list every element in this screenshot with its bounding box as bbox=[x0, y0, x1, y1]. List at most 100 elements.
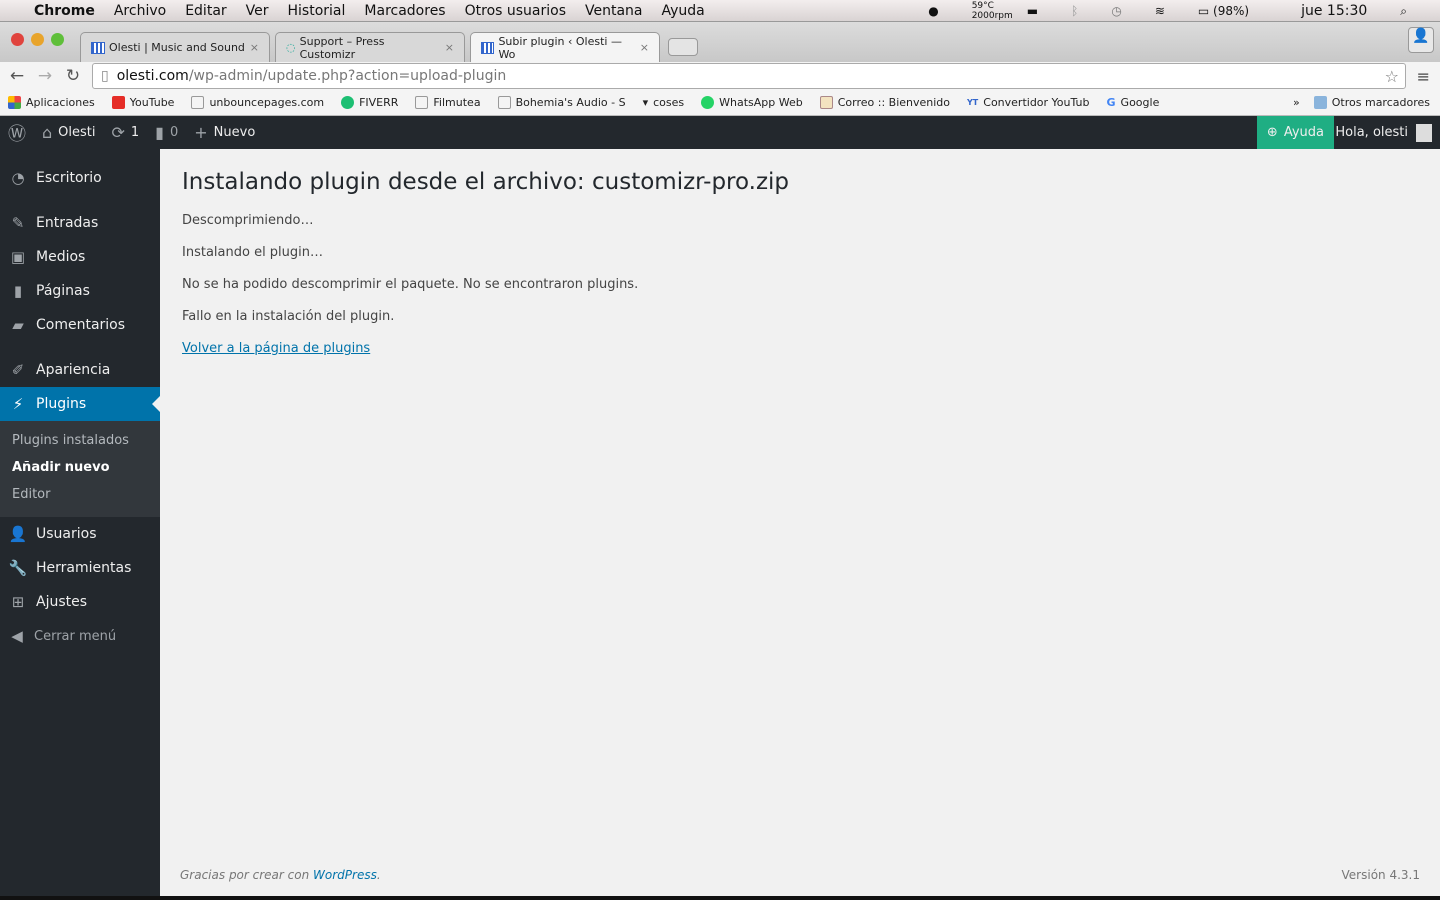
sidebar-item-label: Ajustes bbox=[36, 594, 88, 610]
close-tab-icon[interactable]: × bbox=[640, 41, 649, 54]
bookmark[interactable]: YouTube bbox=[111, 96, 175, 109]
site-name-link[interactable]: ⌂ Olesti bbox=[42, 123, 95, 142]
browser-toolbar: ← → ↻ ▯ olesti.com/wp-admin/update.php?a… bbox=[0, 62, 1440, 90]
youtube-icon bbox=[111, 96, 125, 109]
close-tab-icon[interactable]: × bbox=[250, 41, 259, 54]
bookmark-label: Google bbox=[1120, 96, 1160, 109]
minimize-window-button[interactable] bbox=[31, 33, 44, 46]
menu-historial[interactable]: Historial bbox=[288, 3, 346, 19]
user-icon: 👤 bbox=[8, 525, 28, 543]
bookmark-star-icon[interactable]: ☆ bbox=[1385, 67, 1399, 86]
sidebar-item-medios[interactable]: ▣ Medios bbox=[0, 240, 160, 274]
bookmark-label: coses bbox=[653, 96, 685, 109]
sidebar-item-label: Apariencia bbox=[36, 362, 111, 378]
bookmark-label: Bohemia's Audio - S bbox=[515, 96, 626, 109]
bookmark[interactable]: ▾ coses bbox=[643, 96, 685, 109]
skype-icon[interactable]: ● bbox=[928, 4, 938, 18]
menu-ventana[interactable]: Ventana bbox=[585, 3, 643, 19]
wifi-icon[interactable]: ≋ bbox=[1155, 4, 1165, 18]
address-bar[interactable]: ▯ olesti.com/wp-admin/update.php?action=… bbox=[92, 63, 1406, 89]
greeting: Hola, olesti bbox=[1335, 125, 1408, 140]
battery[interactable]: ▭ (98%) bbox=[1198, 4, 1268, 18]
collapse-menu-button[interactable]: ◀ Cerrar menú bbox=[0, 619, 160, 653]
bookmark-label: FIVERR bbox=[359, 96, 399, 109]
display-icon[interactable]: ▬ bbox=[1027, 4, 1038, 18]
menu-ver[interactable]: Ver bbox=[246, 3, 269, 19]
menu-app[interactable]: Chrome bbox=[34, 3, 95, 19]
main-content: Instalando plugin desde el archivo: cust… bbox=[182, 149, 1422, 373]
tab-support[interactable]: ◌ Support – Press Customizr × bbox=[275, 32, 465, 62]
zoom-window-button[interactable] bbox=[51, 33, 64, 46]
page-title: Instalando plugin desde el archivo: cust… bbox=[182, 169, 790, 195]
avatar bbox=[1416, 123, 1432, 142]
menu-marcadores[interactable]: Marcadores bbox=[364, 3, 445, 19]
url-host: olesti.com bbox=[116, 68, 189, 84]
comments-link[interactable]: ▮ 0 bbox=[155, 123, 178, 142]
tab-title: Subir plugin ‹ Olesti — Wo bbox=[498, 34, 622, 61]
wordpress-link[interactable]: WordPress bbox=[313, 868, 377, 882]
submenu-editor[interactable]: Editor bbox=[12, 487, 50, 502]
spotlight-icon[interactable]: ⌕ bbox=[1400, 4, 1407, 19]
clock[interactable]: jue 15:30 bbox=[1301, 3, 1367, 19]
sidebar-item-plugins[interactable]: ⚡ Plugins bbox=[0, 387, 160, 421]
menu-editar[interactable]: Editar bbox=[185, 3, 226, 19]
help-label: Ayuda bbox=[1283, 125, 1324, 140]
close-window-button[interactable] bbox=[11, 33, 24, 46]
sidebar-item-label: Escritorio bbox=[36, 170, 102, 186]
sidebar-item-entradas[interactable]: ✎ Entradas bbox=[0, 206, 160, 240]
status-message: Descomprimiendo… bbox=[182, 213, 314, 228]
dashboard-icon: ◔ bbox=[11, 169, 25, 187]
bookmark[interactable]: Correo :: Bienvenido bbox=[819, 96, 951, 109]
sidebar-item-herramientas[interactable]: 🔧 Herramientas bbox=[0, 551, 160, 585]
bookmark[interactable]: Bohemia's Audio - S bbox=[497, 96, 626, 109]
back-icon[interactable]: ← bbox=[6, 66, 28, 86]
fan-speed: 2000rpm bbox=[971, 11, 1013, 21]
temp-monitor[interactable]: 59°C 2000rpm bbox=[972, 1, 1013, 21]
sidebar-item-paginas[interactable]: ▮ Páginas bbox=[0, 274, 160, 308]
help-button[interactable]: ⊕ Ayuda bbox=[1256, 116, 1334, 149]
fiverr-icon bbox=[341, 96, 355, 109]
menu-ayuda[interactable]: Ayuda bbox=[662, 3, 705, 19]
brush-icon: ✐ bbox=[11, 361, 25, 379]
status-message: No se ha podido descomprimir el paquete.… bbox=[182, 277, 639, 292]
battery-percent: (98%) bbox=[1213, 4, 1250, 18]
menu-archivo[interactable]: Archivo bbox=[114, 3, 166, 19]
bookmark[interactable]: unbouncepages.com bbox=[191, 96, 324, 109]
profile-icon[interactable]: 👤 bbox=[1408, 27, 1434, 53]
bookmark[interactable]: G Google bbox=[1107, 96, 1160, 109]
bookmark[interactable]: Aplicaciones bbox=[8, 96, 95, 109]
sidebar-item-apariencia[interactable]: ✐ Apariencia bbox=[0, 353, 160, 387]
account-menu[interactable]: Hola, olesti bbox=[1335, 116, 1432, 149]
updates-link[interactable]: ⟳ 1 bbox=[111, 123, 139, 142]
new-content-link[interactable]: + Nuevo bbox=[194, 123, 255, 142]
submenu-anadir-nuevo[interactable]: Añadir nuevo bbox=[12, 460, 110, 475]
collapse-icon: ◀ bbox=[11, 627, 23, 645]
bookmark[interactable]: YT Convertidor YouTub bbox=[967, 96, 1090, 109]
menu-otros-usuarios[interactable]: Otros usuarios bbox=[465, 3, 566, 19]
sidebar-item-ajustes[interactable]: ⊞ Ajustes bbox=[0, 585, 160, 619]
close-tab-icon[interactable]: × bbox=[445, 41, 454, 54]
bookmark-label: YouTube bbox=[129, 96, 175, 109]
forward-icon[interactable]: → bbox=[34, 66, 56, 86]
reload-icon[interactable]: ↻ bbox=[62, 66, 84, 86]
more-bookmarks-icon[interactable]: » bbox=[1293, 96, 1300, 109]
time-machine-icon[interactable]: ◷ bbox=[1111, 4, 1121, 18]
tab-subir-plugin[interactable]: Subir plugin ‹ Olesti — Wo × bbox=[470, 32, 660, 62]
new-tab-button[interactable] bbox=[668, 38, 698, 56]
sidebar-item-escritorio[interactable]: ◔ Escritorio bbox=[0, 161, 160, 195]
chrome-menu-icon[interactable]: ≡ bbox=[1417, 67, 1430, 86]
sidebar-item-comentarios[interactable]: ▰ Comentarios bbox=[0, 308, 160, 342]
bookmark[interactable]: WhatsApp Web bbox=[701, 96, 803, 109]
other-bookmarks[interactable]: Otros marcadores bbox=[1313, 96, 1430, 109]
bluetooth-icon[interactable]: ᛒ bbox=[1071, 4, 1078, 18]
tab-olesti[interactable]: Olesti | Music and Sound × bbox=[80, 32, 270, 62]
sidebar-item-usuarios[interactable]: 👤 Usuarios bbox=[0, 517, 160, 551]
bookmark-label: Correo :: Bienvenido bbox=[837, 96, 951, 109]
bookmark[interactable]: Filmutea bbox=[415, 96, 481, 109]
submenu-plugins-instalados[interactable]: Plugins instalados bbox=[12, 433, 129, 448]
page-icon: ▯ bbox=[101, 68, 109, 84]
bookmark[interactable]: FIVERR bbox=[341, 96, 398, 109]
wordpress-logo-icon[interactable]: Ⓦ bbox=[8, 120, 26, 146]
back-to-plugins-link[interactable]: Volver a la página de plugins bbox=[182, 341, 370, 356]
folder-icon bbox=[1313, 96, 1327, 109]
